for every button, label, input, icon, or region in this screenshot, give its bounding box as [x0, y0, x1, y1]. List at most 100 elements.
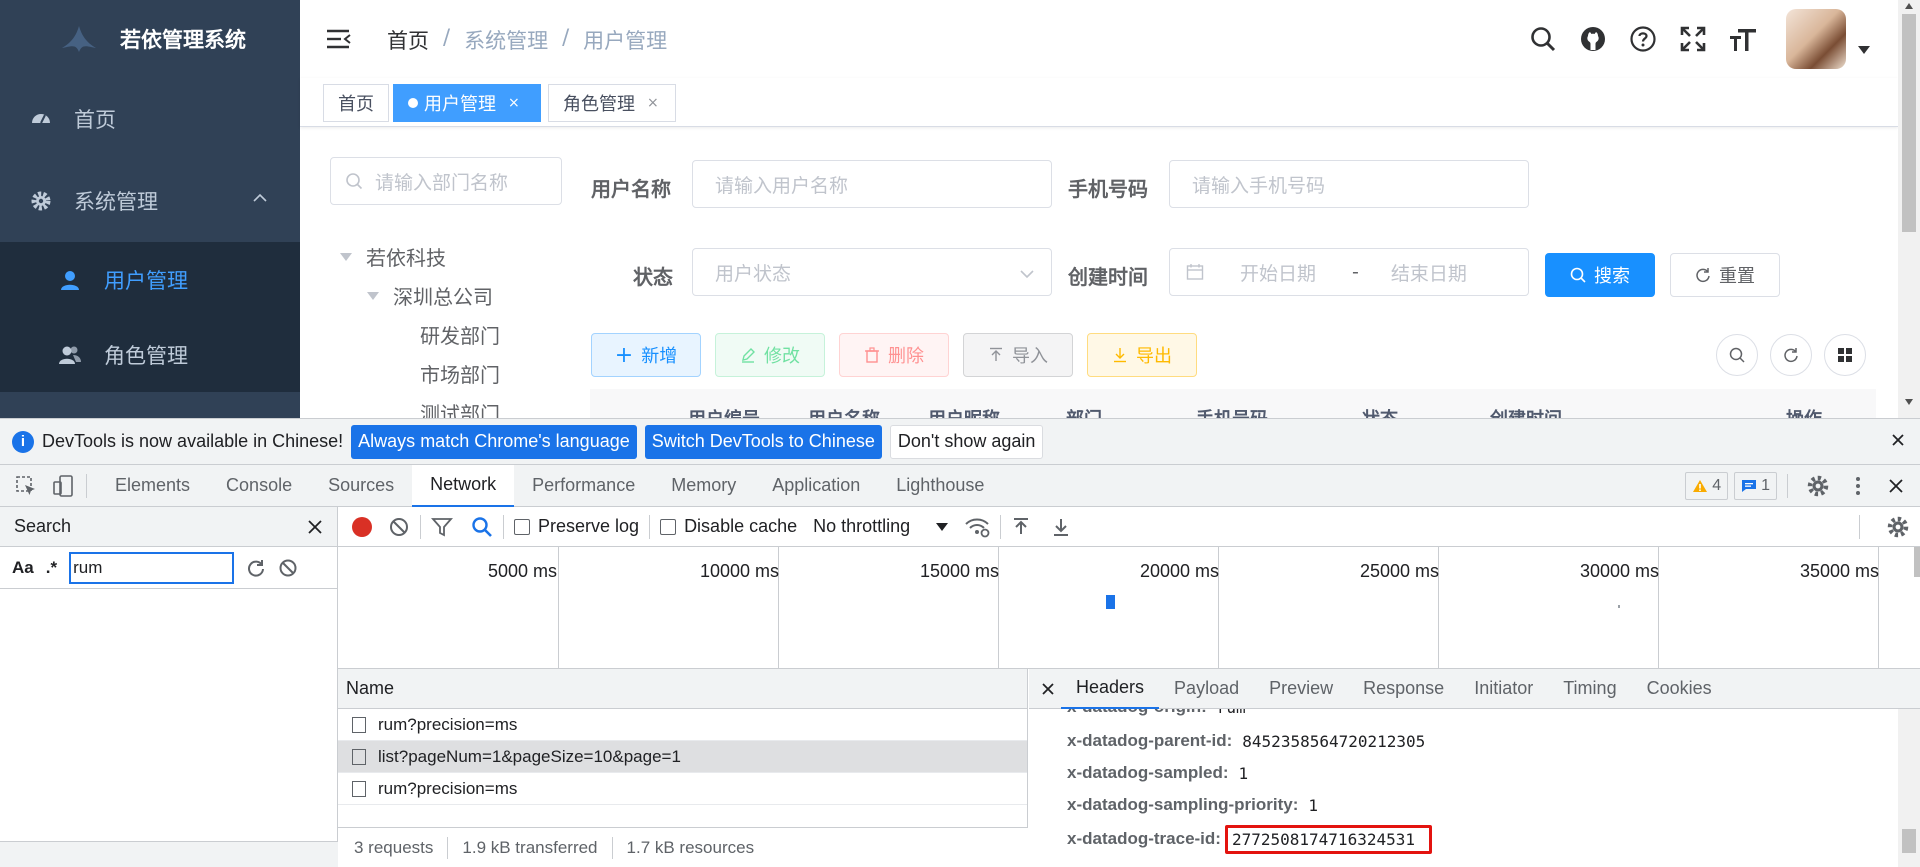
scroll-down-icon[interactable]	[1904, 398, 1914, 406]
tab-preview[interactable]: Preview	[1254, 669, 1348, 709]
export-button[interactable]: 导出	[1087, 333, 1197, 377]
edit-button[interactable]: 修改	[715, 333, 825, 377]
search-button[interactable]: 搜索	[1545, 253, 1655, 297]
tree-node[interactable]: 市场部门	[340, 354, 500, 393]
github-icon[interactable]	[1578, 24, 1608, 54]
delete-button[interactable]: 删除	[839, 333, 949, 377]
tab-cookies[interactable]: Cookies	[1632, 669, 1727, 709]
sidebar-item-system[interactable]: 系统管理	[0, 160, 300, 242]
sidebar-item-home[interactable]: 首页	[0, 78, 300, 160]
tab-response[interactable]: Response	[1348, 669, 1459, 709]
dont-show-again-button[interactable]: Don't show again	[889, 424, 1044, 459]
sidebar-item-role-management[interactable]: 角色管理	[0, 317, 300, 392]
match-case-toggle[interactable]: Aa	[12, 558, 34, 578]
search-icon[interactable]	[1528, 24, 1558, 54]
scrollbar-thumb[interactable]	[1902, 14, 1916, 232]
username-input[interactable]: 请输入用户名称	[692, 160, 1052, 208]
tab-memory[interactable]: Memory	[653, 465, 754, 507]
details-scrollbar[interactable]	[1898, 709, 1920, 867]
match-language-button[interactable]: Always match Chrome's language	[351, 424, 637, 459]
font-size-icon[interactable]	[1728, 24, 1758, 54]
search-icon[interactable]	[471, 516, 493, 538]
tag-role-management[interactable]: 角色管理 ×	[548, 84, 676, 122]
add-button[interactable]: + 新增	[591, 333, 701, 377]
tab-network[interactable]: Network	[412, 464, 515, 507]
close-icon[interactable]	[307, 519, 323, 535]
request-row-selected[interactable]: list?pageNum=1&pageSize=10&page=1	[338, 741, 1027, 773]
switch-chinese-button[interactable]: Switch DevTools to Chinese	[644, 424, 882, 459]
tab-elements[interactable]: Elements	[97, 465, 208, 507]
tag-user-management[interactable]: 用户管理 ×	[393, 84, 541, 122]
preserve-log-checkbox[interactable]	[514, 518, 530, 535]
tree-node[interactable]: 研发部门	[340, 315, 500, 354]
tab-application[interactable]: Application	[754, 465, 878, 507]
search-query-input[interactable]: rum	[69, 551, 235, 584]
column-header-name[interactable]: Name	[346, 678, 394, 699]
network-conditions-icon[interactable]	[964, 516, 990, 538]
timeline-scroll-thumb[interactable]	[1914, 547, 1920, 577]
request-row[interactable]: rum?precision=ms	[338, 709, 1027, 741]
inspect-element-icon[interactable]	[14, 474, 38, 498]
help-icon[interactable]	[1628, 24, 1658, 54]
disable-cache-checkbox[interactable]	[660, 518, 677, 535]
page-scrollbar[interactable]	[1898, 0, 1920, 418]
status-select[interactable]: 用户状态	[692, 248, 1052, 296]
avatar[interactable]	[1786, 9, 1846, 69]
sidebar-item-user-management[interactable]: 用户管理	[0, 242, 300, 317]
network-overview-timeline[interactable]: 5000 ms 10000 ms 15000 ms 20000 ms 25000…	[338, 547, 1920, 669]
tab-console[interactable]: Console	[208, 465, 310, 507]
column-header: 用户编号	[688, 405, 760, 418]
clear-icon[interactable]	[278, 558, 298, 578]
more-vertical-icon[interactable]	[1846, 474, 1870, 498]
import-har-icon[interactable]	[1011, 517, 1031, 537]
toggle-search-button[interactable]	[1716, 334, 1758, 376]
tab-payload[interactable]: Payload	[1159, 669, 1254, 709]
close-devtools-icon[interactable]	[1886, 476, 1906, 496]
refresh-icon[interactable]	[246, 558, 266, 578]
record-icon[interactable]	[352, 516, 372, 537]
dept-search-input[interactable]: 请输入部门名称	[330, 157, 562, 205]
close-icon[interactable]: ×	[508, 95, 520, 111]
reset-button[interactable]: 重置	[1670, 253, 1780, 297]
settings-gear-icon[interactable]	[1806, 474, 1830, 498]
tab-performance[interactable]: Performance	[514, 465, 653, 507]
tree-node[interactable]: 测试部门	[340, 393, 500, 418]
breadcrumb-home[interactable]: 首页	[387, 25, 429, 55]
tree-node[interactable]: 深圳总公司	[340, 276, 500, 315]
date-range-picker[interactable]: 开始日期 - 结束日期	[1169, 248, 1529, 296]
clear-icon[interactable]	[388, 516, 410, 538]
close-icon[interactable]: ×	[647, 95, 659, 111]
caret-down-icon[interactable]	[367, 291, 379, 300]
import-button[interactable]: 导入	[963, 333, 1073, 377]
refresh-table-button[interactable]	[1770, 334, 1812, 376]
columns-button[interactable]	[1824, 334, 1866, 376]
export-har-icon[interactable]	[1051, 517, 1071, 537]
tree-node[interactable]: 若依科技	[340, 237, 500, 276]
tag-home[interactable]: 首页	[323, 84, 389, 122]
fullscreen-icon[interactable]	[1678, 24, 1708, 54]
close-icon[interactable]	[1890, 432, 1906, 448]
scroll-up-icon[interactable]	[1904, 2, 1914, 10]
request-row[interactable]: rum?precision=ms	[338, 773, 1027, 805]
caret-down-icon[interactable]	[936, 522, 949, 531]
tab-headers[interactable]: Headers	[1061, 669, 1160, 709]
username-label: 用户名称	[591, 177, 671, 201]
warnings-badge[interactable]: 4	[1685, 472, 1729, 500]
messages-badge[interactable]: 1	[1734, 472, 1777, 500]
phone-input[interactable]: 请输入手机号码	[1169, 160, 1529, 208]
filter-icon[interactable]	[431, 516, 453, 538]
network-settings-icon[interactable]	[1886, 515, 1910, 539]
sidebar-logo[interactable]: 若依管理系统	[0, 0, 300, 78]
hamburger-icon[interactable]	[325, 27, 353, 51]
caret-down-icon[interactable]	[340, 252, 352, 261]
tab-lighthouse[interactable]: Lighthouse	[878, 465, 1002, 507]
close-icon[interactable]	[1041, 682, 1055, 696]
throttling-select[interactable]: No throttling	[813, 516, 910, 537]
tab-sources[interactable]: Sources	[310, 465, 412, 507]
device-toolbar-icon[interactable]	[52, 474, 76, 498]
scrollbar-thumb[interactable]	[1902, 829, 1916, 853]
tab-timing[interactable]: Timing	[1548, 669, 1631, 709]
caret-down-icon[interactable]	[1858, 46, 1870, 54]
tab-initiator[interactable]: Initiator	[1459, 669, 1548, 709]
regex-toggle[interactable]: .*	[46, 558, 57, 578]
